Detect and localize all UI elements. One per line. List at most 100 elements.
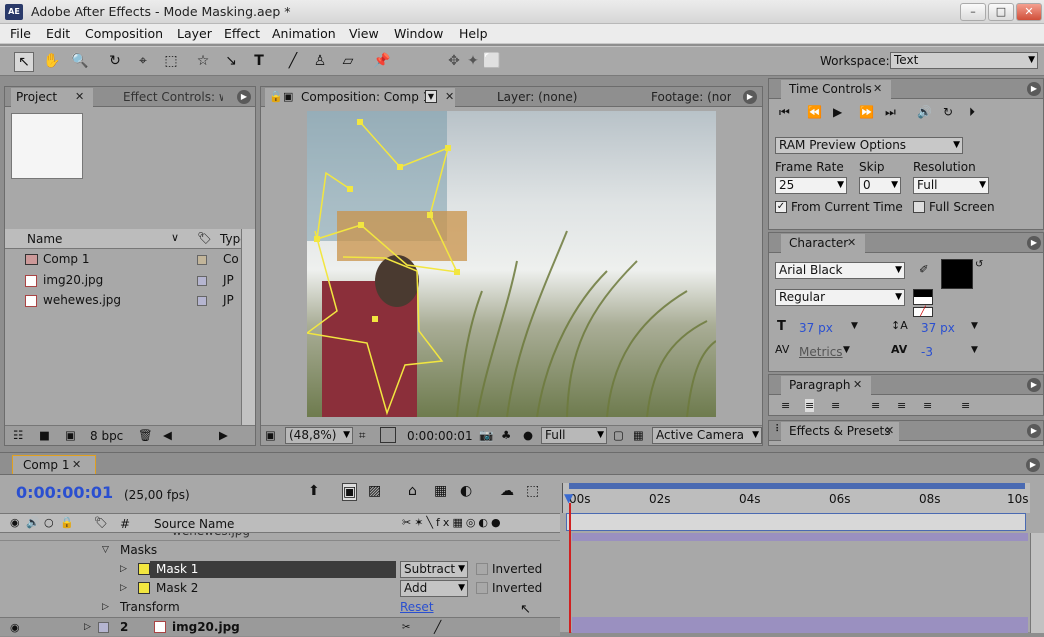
rotate-tool-icon[interactable]: ↻ <box>105 52 125 72</box>
tracking-value[interactable]: -3 <box>921 345 933 359</box>
transparency-grid-icon[interactable]: ▦ <box>633 428 644 442</box>
tab-footage[interactable]: Footage: (nor <box>651 88 731 107</box>
current-time-indicator[interactable] <box>569 503 571 633</box>
mask-visibility-icon[interactable] <box>380 427 396 443</box>
justify-center-icon[interactable]: ≡ <box>897 399 906 412</box>
justify-right-icon[interactable]: ≡ <box>923 399 932 412</box>
comp-mini-flowchart-icon[interactable]: ⬆ <box>308 483 320 499</box>
menu-layer[interactable]: Layer <box>177 24 212 43</box>
no-fill-icon[interactable]: ╱ <box>913 307 933 317</box>
shy-switch-icon[interactable]: ✂ <box>402 618 410 637</box>
loop-icon[interactable]: ↻ <box>943 105 953 119</box>
tab-layer[interactable]: Layer: (none) <box>497 88 577 107</box>
frame-rate-dropdown[interactable]: 25 ▼ <box>775 177 847 194</box>
layer-name[interactable]: img20.jpg <box>172 618 240 637</box>
layer-duration-bar[interactable] <box>572 617 1028 633</box>
inverted-checkbox[interactable] <box>476 563 488 575</box>
font-family-dropdown[interactable]: Arial Black ▼ <box>775 262 905 279</box>
layer-switches-icon[interactable]: ✂✶╲fx▦◎◐● <box>402 516 504 529</box>
menu-effect[interactable]: Effect <box>224 24 260 43</box>
from-current-checkbox[interactable]: ✓ <box>775 201 787 213</box>
quality-switch-icon[interactable]: ╱ <box>434 618 441 637</box>
project-scrollbar[interactable] <box>241 229 255 425</box>
maximize-button[interactable]: □ <box>988 3 1014 21</box>
chevron-down-icon[interactable]: ▼ <box>843 345 850 355</box>
menu-help[interactable]: Help <box>459 24 488 43</box>
chevron-down-icon[interactable]: ▽ <box>102 541 109 560</box>
close-icon[interactable]: ✕ <box>873 82 882 95</box>
draft-3d-icon[interactable]: ▨ <box>368 483 381 499</box>
tab-effects-presets[interactable]: Effects & Presets <box>781 422 899 441</box>
panel-menu-icon[interactable]: ▶ <box>1027 236 1041 250</box>
tab-effect-controls[interactable]: Effect Controls: w <box>123 88 223 107</box>
masks-group-row[interactable]: ▽ Masks <box>0 541 560 560</box>
align-right-icon[interactable]: ≡ <box>831 399 840 412</box>
label-column-icon[interactable]: 🏷 <box>197 231 212 245</box>
audio-switch-icon[interactable]: 🔊 <box>26 516 40 529</box>
workspace-dropdown[interactable]: Text ▼ <box>890 52 1038 69</box>
eyedropper-icon[interactable]: ✐ <box>919 262 929 276</box>
live-update-icon[interactable]: ▣ <box>342 483 358 501</box>
skip-dropdown[interactable]: 0 ▼ <box>859 177 901 194</box>
font-size-value[interactable]: 37 px <box>799 321 833 335</box>
sort-chevron-icon[interactable]: ∨ <box>171 231 179 244</box>
scroll-right-icon[interactable]: ▶ <box>219 428 228 442</box>
inverted-checkbox[interactable] <box>476 582 488 594</box>
eraser-tool-icon[interactable]: ▱ <box>338 52 358 72</box>
menu-composition[interactable]: Composition <box>85 24 163 43</box>
bit-depth[interactable]: 8 bpc <box>90 429 123 443</box>
pan-behind-tool-icon[interactable]: ⬚ <box>161 52 181 72</box>
tab-comp-1[interactable]: Comp 1 <box>12 455 96 474</box>
lock-icon[interactable]: 🔒 <box>60 516 74 529</box>
panel-menu-icon[interactable]: ▶ <box>237 90 251 104</box>
magnification-dropdown[interactable]: (48,8%) ▼ <box>285 427 353 444</box>
project-item[interactable]: wehewes.jpg JP <box>5 291 241 310</box>
expand-triangle-icon[interactable]: ▷ <box>120 579 127 598</box>
close-button[interactable]: ✕ <box>1016 3 1042 21</box>
new-comp-icon[interactable]: ▣ <box>65 428 76 442</box>
current-time[interactable]: 0:00:00:01 <box>407 429 473 443</box>
timeline-scrollbar[interactable] <box>1030 533 1044 633</box>
brush-tool-icon[interactable]: ╱ <box>283 52 303 72</box>
fill-color-swatch[interactable] <box>941 259 973 289</box>
preview-icon[interactable]: ▣ <box>265 428 276 442</box>
axis-world-icon[interactable]: ✦ <box>463 52 483 72</box>
region-of-interest-icon[interactable]: ▢ <box>613 428 624 442</box>
align-left-icon[interactable]: ≡ <box>781 399 790 412</box>
panel-menu-icon[interactable]: ▶ <box>1027 424 1041 438</box>
play-icon[interactable]: ▶ <box>833 105 842 119</box>
mask-color-swatch[interactable] <box>138 563 150 575</box>
panel-menu-icon[interactable]: ▶ <box>1027 378 1041 392</box>
close-icon[interactable]: ✕ <box>72 458 81 471</box>
panel-menu-icon[interactable]: ▶ <box>1026 458 1040 472</box>
swap-colors-icon[interactable]: ↺ <box>975 259 983 270</box>
selection-tool-icon[interactable]: ↖ <box>14 52 34 72</box>
time-ruler[interactable]: 00s 02s 04s 06s 08s 10s <box>562 483 1030 513</box>
frame-blending-icon[interactable]: ▦ <box>434 483 447 499</box>
chevron-down-icon[interactable]: ▼ <box>971 321 978 331</box>
panel-menu-icon[interactable]: ▶ <box>1027 82 1041 96</box>
column-name[interactable]: Name <box>27 232 62 246</box>
previous-frame-icon[interactable]: ⏪ <box>807 105 822 119</box>
layer-row-partial[interactable]: wehewes.jpg <box>0 533 560 541</box>
font-style-dropdown[interactable]: Regular ▼ <box>775 289 905 306</box>
graph-editor-icon[interactable]: ☁ <box>500 483 514 499</box>
project-item[interactable]: img20.jpg JP <box>5 271 241 290</box>
layer-duration-bar[interactable] <box>572 533 1028 541</box>
leading-value[interactable]: 37 px <box>921 321 955 335</box>
hide-shy-layers-icon[interactable]: ⌂ <box>408 483 417 499</box>
justify-left-icon[interactable]: ≡ <box>871 399 880 412</box>
full-screen-checkbox[interactable] <box>913 201 925 213</box>
ram-preview-dropdown[interactable]: RAM Preview Options ▼ <box>775 137 963 154</box>
trash-icon[interactable]: 🗑 <box>138 428 153 442</box>
ram-preview-icon[interactable]: ⏵ <box>969 105 975 120</box>
mask-row[interactable]: ▷ Mask 2 Add ▼ Inverted <box>0 579 560 598</box>
transform-row[interactable]: ▷ Transform Reset ↖ <box>0 598 560 617</box>
minimize-button[interactable]: – <box>960 3 986 21</box>
mask-mode-dropdown[interactable]: Subtract ▼ <box>400 561 468 578</box>
expand-triangle-icon[interactable]: ▷ <box>102 598 109 617</box>
reset-link[interactable]: Reset <box>400 598 434 617</box>
next-frame-icon[interactable]: ⏩ <box>859 105 874 119</box>
current-time-display[interactable]: 0:00:00:01 <box>16 483 113 502</box>
rectangle-tool-icon[interactable]: ↘ <box>221 52 241 72</box>
